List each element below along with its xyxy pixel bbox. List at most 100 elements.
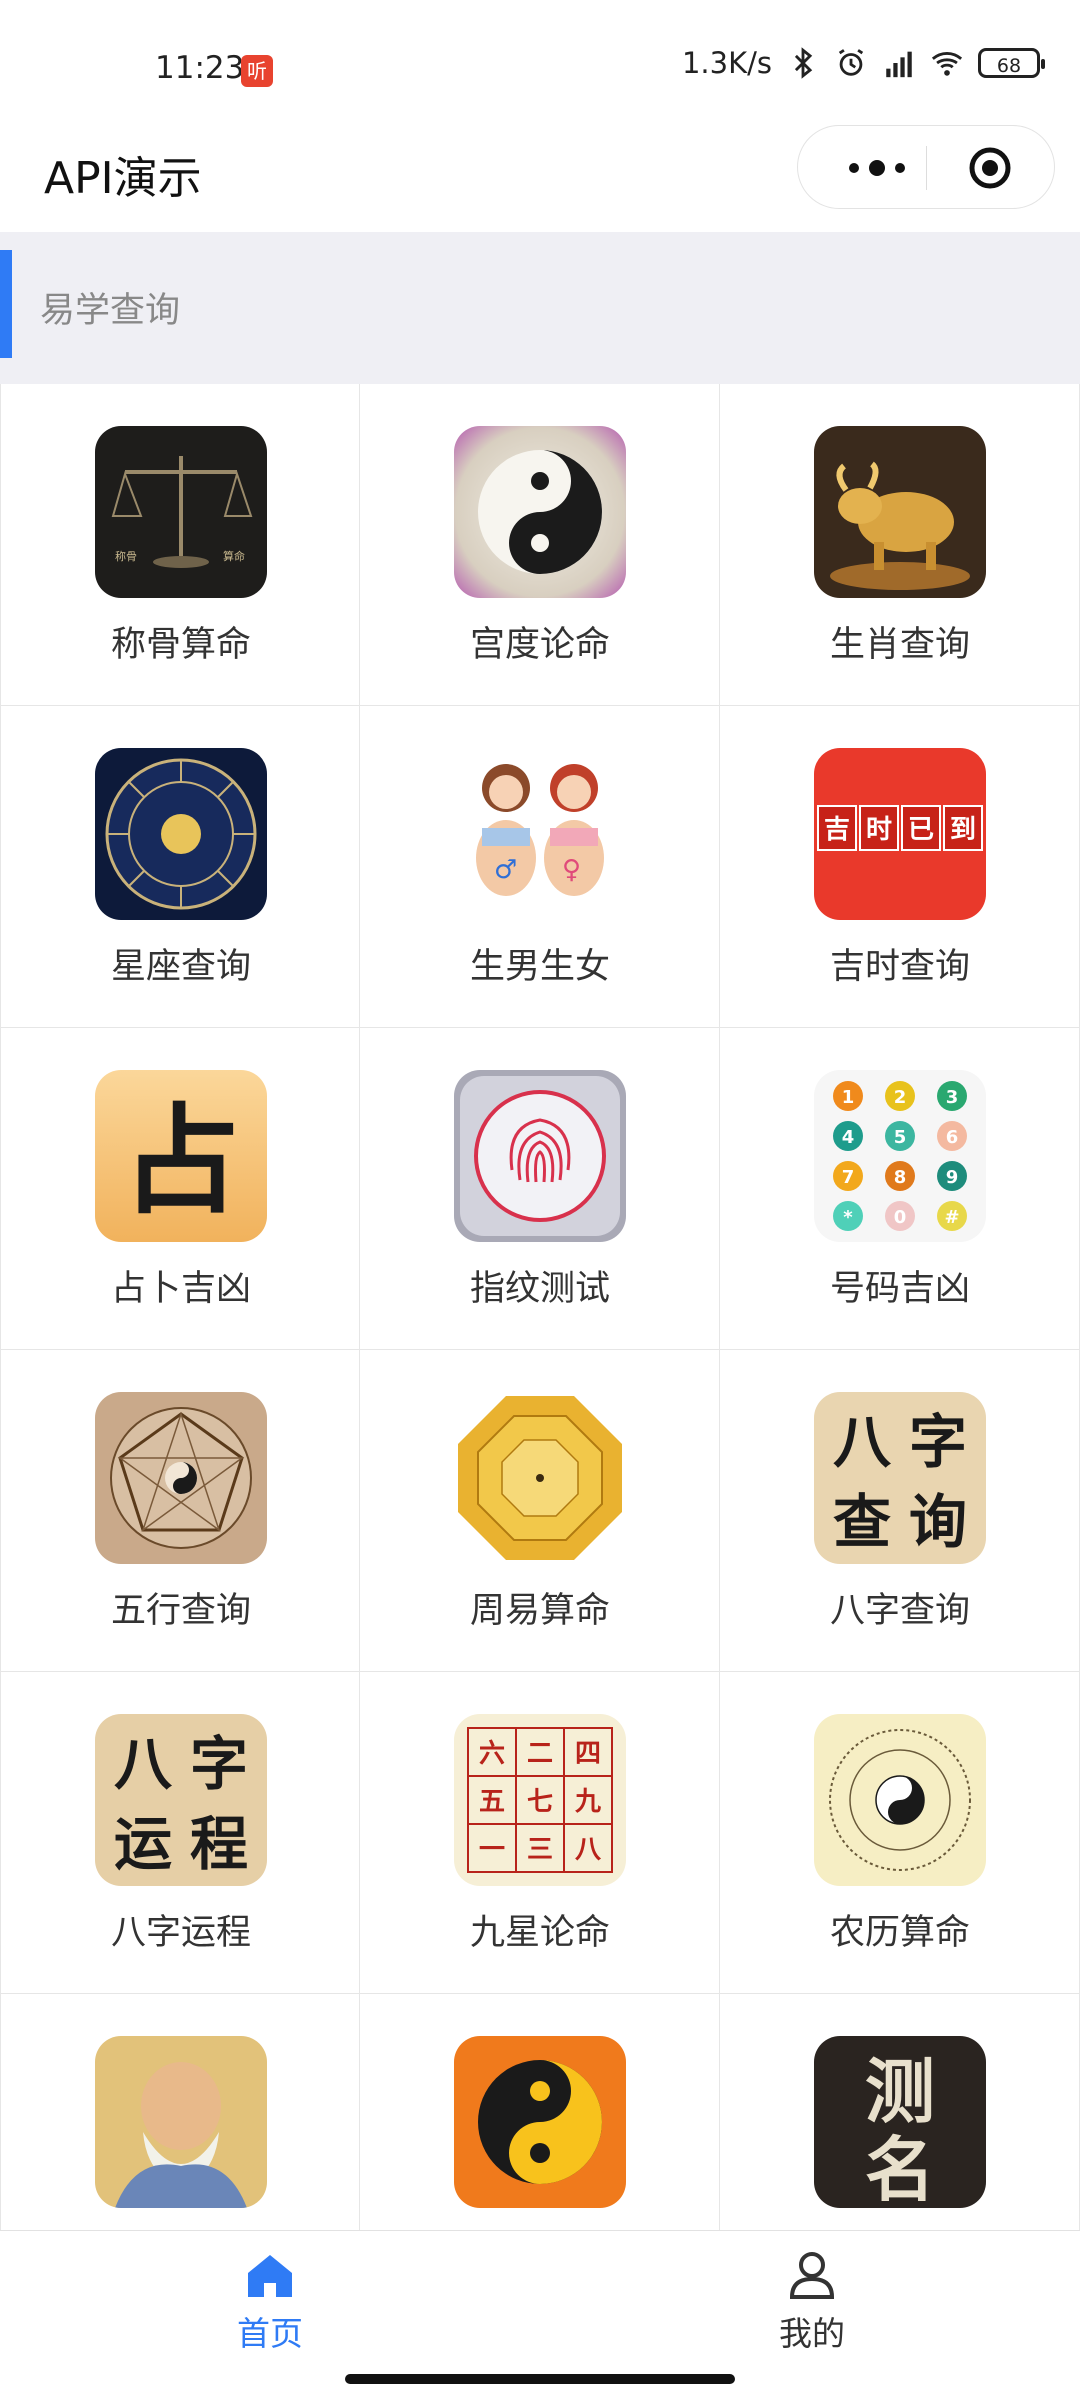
target-icon[interactable] (968, 146, 1012, 190)
grid-item-label: 八字运程 (110, 1913, 251, 1953)
fortune-char-3: 运 (114, 1810, 172, 1878)
grid-item-xingzuo[interactable]: 星座查询 (0, 706, 360, 1028)
key-2: 2 (894, 1087, 907, 1108)
scale-left-text: 称骨 (115, 549, 137, 563)
grid-item-label: 农历算命 (829, 1913, 970, 1953)
grid-item-label: 称骨算命 (110, 625, 251, 665)
svg-text:♂: ♂ (494, 855, 517, 885)
grid-item-chenggu[interactable]: 称骨 算命 称骨算命 (0, 384, 360, 706)
key-star: * (843, 1207, 853, 1228)
bazi-char-1: 八 (833, 1408, 892, 1476)
grid-item-label: 宫度论命 (469, 625, 610, 665)
sage-portrait-icon (95, 2036, 267, 2208)
status-time: 11:23 (155, 50, 245, 86)
grid-item-label: 生肖查询 (829, 625, 970, 665)
name-char-2: 名 (865, 2128, 935, 2208)
lucky-char-1: 吉 (824, 815, 850, 845)
grid-item-shengxiao[interactable]: 生肖查询 (720, 384, 1080, 706)
golden-ox-icon (814, 426, 986, 598)
name-char-1: 测 (865, 2050, 935, 2133)
grid-item-wuxing[interactable]: 五行查询 (0, 1350, 360, 1672)
lucky-char-3: 已 (908, 815, 934, 845)
key-4: 4 (842, 1127, 855, 1148)
key-0: 0 (894, 1207, 907, 1228)
feature-grid: 称骨 算命 称骨算命 宫度论命 生肖查询 星座查询 ♂ ♀ 生男生女 吉 时 已… (0, 384, 1080, 2230)
yinyang-ink-icon (454, 426, 626, 598)
capsule-divider (926, 146, 927, 190)
home-indicator (345, 2374, 735, 2384)
grid-item-sage[interactable] (0, 1994, 360, 2230)
status-bar: 11:23 听 1.3K/s 68 (0, 0, 1080, 118)
grid-item-bazi-yuncheng[interactable]: 八 字 运 程 八字运程 (0, 1672, 360, 1994)
grid-item-label: 星座查询 (110, 947, 251, 987)
grid-item-label: 生男生女 (469, 947, 610, 987)
grid-item-label: 周易算命 (469, 1591, 610, 1631)
grid-item-gongdu[interactable]: 宫度论命 (360, 384, 720, 706)
svg-text:♀: ♀ (562, 855, 581, 885)
wifi-icon (931, 52, 963, 76)
nav-bar: API演示 (0, 118, 1080, 230)
star-cell-4: 五 (479, 1787, 505, 1817)
number-keypad-icon: 1 2 3 4 5 6 7 8 9 * 0 # (814, 1070, 986, 1242)
more-icon[interactable] (832, 150, 922, 186)
grid-item-jishi[interactable]: 吉 时 已 到 吉时查询 (720, 706, 1080, 1028)
key-3: 3 (946, 1087, 959, 1108)
nine-star-icon: 六 二 四 五 七 九 一 三 八 (454, 1714, 626, 1886)
grid-item-label: 五行查询 (110, 1591, 251, 1631)
user-icon (789, 2252, 835, 2299)
grid-item-zhanbu[interactable]: 占 占卜吉凶 (0, 1028, 360, 1350)
status-right: 1.3K/s 68 (681, 46, 1045, 80)
bazi-char-3: 查 (833, 1488, 891, 1556)
fingerprint-icon (454, 1070, 626, 1242)
lucky-time-icon: 吉 时 已 到 (814, 748, 986, 920)
key-9: 9 (946, 1167, 959, 1188)
key-8: 8 (894, 1167, 907, 1188)
notification-badge: 听 (241, 55, 273, 87)
bluetooth-icon (794, 47, 813, 79)
grid-item-jiuxing[interactable]: 六 二 四 五 七 九 一 三 八 九星论命 (360, 1672, 720, 1994)
star-cell-6: 九 (574, 1787, 601, 1817)
grid-item-bazi[interactable]: 八 字 查 询 八字查询 (720, 1350, 1080, 1672)
key-hash: # (944, 1207, 959, 1228)
grid-item-label: 八字查询 (829, 1591, 970, 1631)
fortune-char-4: 程 (190, 1810, 248, 1878)
battery-icon: 68 (978, 48, 1045, 78)
zodiac-wheel-icon (95, 748, 267, 920)
grid-item-label: 九星论命 (469, 1913, 610, 1953)
grid-item-yinyang[interactable] (360, 1994, 720, 2230)
scale-icon: 称骨 算命 (95, 426, 267, 598)
tab-mine[interactable]: 我的 (712, 2247, 912, 2357)
five-elements-icon (95, 1392, 267, 1564)
star-cell-2: 二 (527, 1739, 553, 1769)
name-test-icon: 测 名 (814, 2036, 986, 2208)
section-accent-bar (0, 250, 12, 358)
key-6: 6 (946, 1127, 959, 1148)
star-cell-7: 一 (479, 1835, 505, 1865)
bazi-char-2: 字 (909, 1408, 967, 1476)
scale-right-text: 算命 (223, 549, 245, 563)
grid-item-label: 吉时查询 (829, 947, 970, 987)
bagua-icon (454, 1392, 626, 1564)
star-cell-5: 七 (527, 1787, 553, 1817)
grid-item-nongli[interactable]: 农历算命 (720, 1672, 1080, 1994)
tab-home[interactable]: 首页 (170, 2247, 370, 2357)
grid-item-shengnan[interactable]: ♂ ♀ 生男生女 (360, 706, 720, 1028)
lunar-calendar-icon (814, 1714, 986, 1886)
grid-item-zhiwen[interactable]: 指纹测试 (360, 1028, 720, 1350)
alarm-icon (838, 49, 864, 76)
yinyang-orange-icon (454, 2036, 626, 2208)
tab-home-label: 首页 (237, 2314, 303, 2353)
lucky-char-4: 到 (950, 815, 976, 845)
tab-mine-label: 我的 (779, 2314, 845, 2353)
grid-item-ceming[interactable]: 测 名 (720, 1994, 1080, 2230)
section-header: 易学查询 (0, 232, 1080, 384)
net-speed: 1.3K/s (681, 46, 772, 80)
grid-item-zhouyi[interactable]: 周易算命 (360, 1350, 720, 1672)
grid-item-haoma[interactable]: 1 2 3 4 5 6 7 8 9 * 0 # 号码吉凶 (720, 1028, 1080, 1350)
star-cell-8: 三 (527, 1835, 553, 1865)
mini-program-capsule (797, 125, 1055, 209)
key-1: 1 (842, 1087, 855, 1108)
grid-item-label: 占卜吉凶 (110, 1269, 251, 1309)
divination-icon: 占 (95, 1070, 267, 1242)
section-title: 易学查询 (40, 291, 181, 331)
